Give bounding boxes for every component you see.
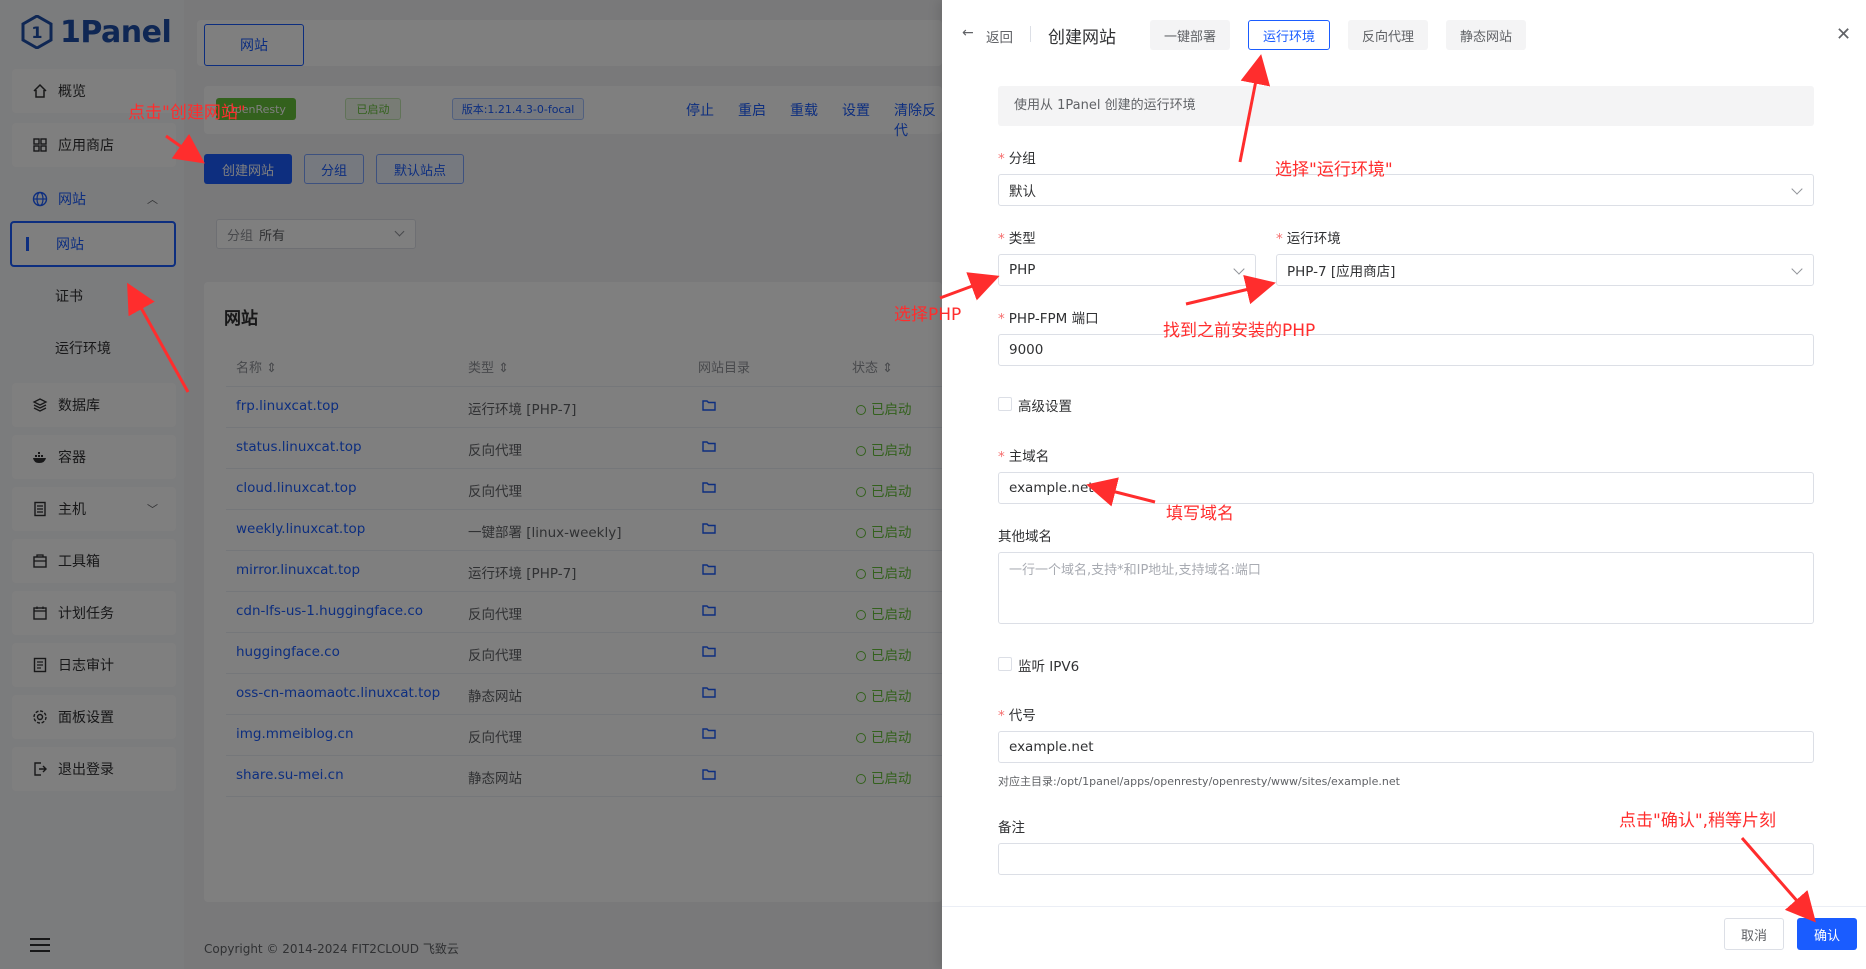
annotation-select-php: 选择PHP — [894, 305, 962, 325]
annotation-find-php: 找到之前安装的PHP — [1163, 321, 1316, 341]
annotation-click-confirm: 点击"确认",稍等片刻 — [1619, 811, 1777, 831]
annotation-arrows — [127, 54, 1816, 923]
annotation-click-create: 点击"创建网站" — [128, 103, 246, 123]
annotation-fill-domain: 填写域名 — [1166, 504, 1234, 524]
annotation-select-runtime: 选择"运行环境" — [1275, 160, 1393, 180]
